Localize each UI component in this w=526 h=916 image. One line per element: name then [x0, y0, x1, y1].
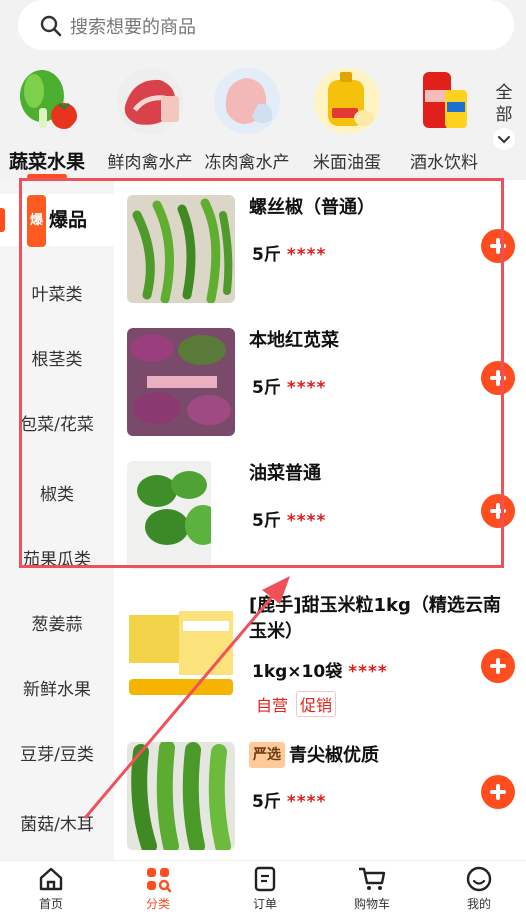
tab-cart[interactable]: 购物车 [332, 865, 412, 912]
bottom-tab-bar: 首页 分类 订单 购物车 我的 [0, 860, 526, 916]
profile-icon [466, 866, 492, 892]
tab-profile[interactable]: 我的 [439, 865, 519, 912]
category-icon [147, 868, 172, 893]
tab-label: 订单 [252, 897, 277, 911]
tab-home[interactable]: 首页 [11, 865, 91, 912]
tab-label: 首页 [38, 897, 63, 911]
annotation-arrow [83, 576, 290, 819]
home-icon [39, 867, 63, 891]
tab-orders[interactable]: 订单 [225, 865, 305, 912]
cart-icon [359, 867, 386, 890]
tab-label: 购物车 [353, 897, 390, 911]
tab-label: 我的 [466, 897, 491, 911]
tab-label: 分类 [145, 897, 170, 911]
tab-category[interactable]: 分类 [118, 865, 198, 912]
order-icon [254, 866, 276, 892]
